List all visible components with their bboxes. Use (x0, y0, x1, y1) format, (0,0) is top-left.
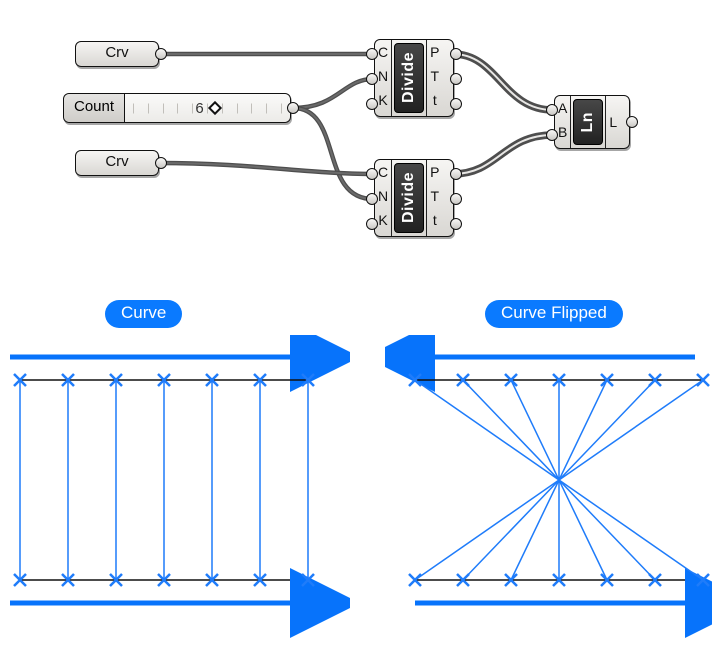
component-line-label: Ln (577, 108, 599, 137)
component-divide-1-label: Divide (398, 48, 420, 107)
port-b[interactable]: B (558, 122, 567, 146)
line-in-b-grip[interactable] (546, 129, 558, 141)
component-divide-1[interactable]: C N K Divide P T t (374, 39, 454, 117)
param-curve-1-label: Crv (76, 42, 158, 65)
divide-2-out-t-grip[interactable] (450, 193, 462, 205)
component-divide-1-outputs: P T t (426, 40, 442, 116)
divide-2-in-c-grip[interactable] (366, 168, 378, 180)
slider-count-grip[interactable] (287, 102, 299, 114)
slider-count-name: Count (64, 94, 125, 122)
component-divide-2-label: Divide (398, 168, 420, 227)
diamond-icon (208, 100, 222, 114)
port-p[interactable]: P (430, 42, 439, 66)
port-t-lower[interactable]: t (430, 90, 439, 114)
divide-2-out-p-grip[interactable] (450, 168, 462, 180)
port-c[interactable]: C (378, 42, 388, 66)
port-t-upper[interactable]: T (430, 186, 439, 210)
divide-2-in-k-grip[interactable] (366, 218, 378, 230)
port-t-lower[interactable]: t (430, 210, 439, 234)
grasshopper-canvas: Crv Count 6 Crv C N K Divide (63, 32, 668, 282)
param-curve-2-grip[interactable] (155, 157, 167, 169)
divide-2-in-n-grip[interactable] (366, 193, 378, 205)
component-line-inputs: A B (555, 96, 571, 148)
divide-1-in-c-grip[interactable] (366, 48, 378, 60)
param-curve-2[interactable]: Crv (75, 150, 159, 176)
port-t-upper[interactable]: T (430, 66, 439, 90)
line-out-l-grip[interactable] (626, 116, 638, 128)
port-l[interactable]: L (609, 98, 617, 146)
component-divide-1-core: Divide (394, 43, 424, 113)
divide-1-out-p-grip[interactable] (450, 48, 462, 60)
port-k[interactable]: K (378, 90, 388, 114)
component-line-core: Ln (573, 99, 603, 145)
port-k[interactable]: K (378, 210, 388, 234)
param-curve-1-grip[interactable] (155, 48, 167, 60)
component-divide-2-core: Divide (394, 163, 424, 233)
component-divide-2[interactable]: C N K Divide P T t (374, 159, 454, 237)
line-in-a-grip[interactable] (546, 104, 558, 116)
param-curve-2-label: Crv (76, 151, 158, 174)
port-n[interactable]: N (378, 186, 388, 210)
param-curve-1[interactable]: Crv (75, 41, 159, 67)
component-line-outputs: L (605, 96, 620, 148)
component-line[interactable]: A B Ln L (554, 95, 630, 149)
divide-2-out-tt-grip[interactable] (450, 218, 462, 230)
divide-1-out-t-grip[interactable] (450, 73, 462, 85)
component-divide-2-outputs: P T t (426, 160, 442, 236)
result-diagrams: Curve Curve Flipped (0, 300, 712, 660)
divide-1-in-k-grip[interactable] (366, 98, 378, 110)
port-a[interactable]: A (558, 98, 567, 122)
diagram-curve-flipped (385, 335, 712, 655)
slider-count-track[interactable]: 6 (125, 94, 290, 122)
port-p[interactable]: P (430, 162, 439, 186)
divide-1-in-n-grip[interactable] (366, 73, 378, 85)
port-n[interactable]: N (378, 66, 388, 90)
slider-count-value: 6 (125, 94, 290, 122)
divide-1-out-tt-grip[interactable] (450, 98, 462, 110)
label-curve-flipped: Curve Flipped (485, 300, 623, 328)
port-c[interactable]: C (378, 162, 388, 186)
label-curve: Curve (105, 300, 182, 328)
diagram-curve (0, 335, 350, 655)
slider-count[interactable]: Count 6 (63, 93, 291, 123)
